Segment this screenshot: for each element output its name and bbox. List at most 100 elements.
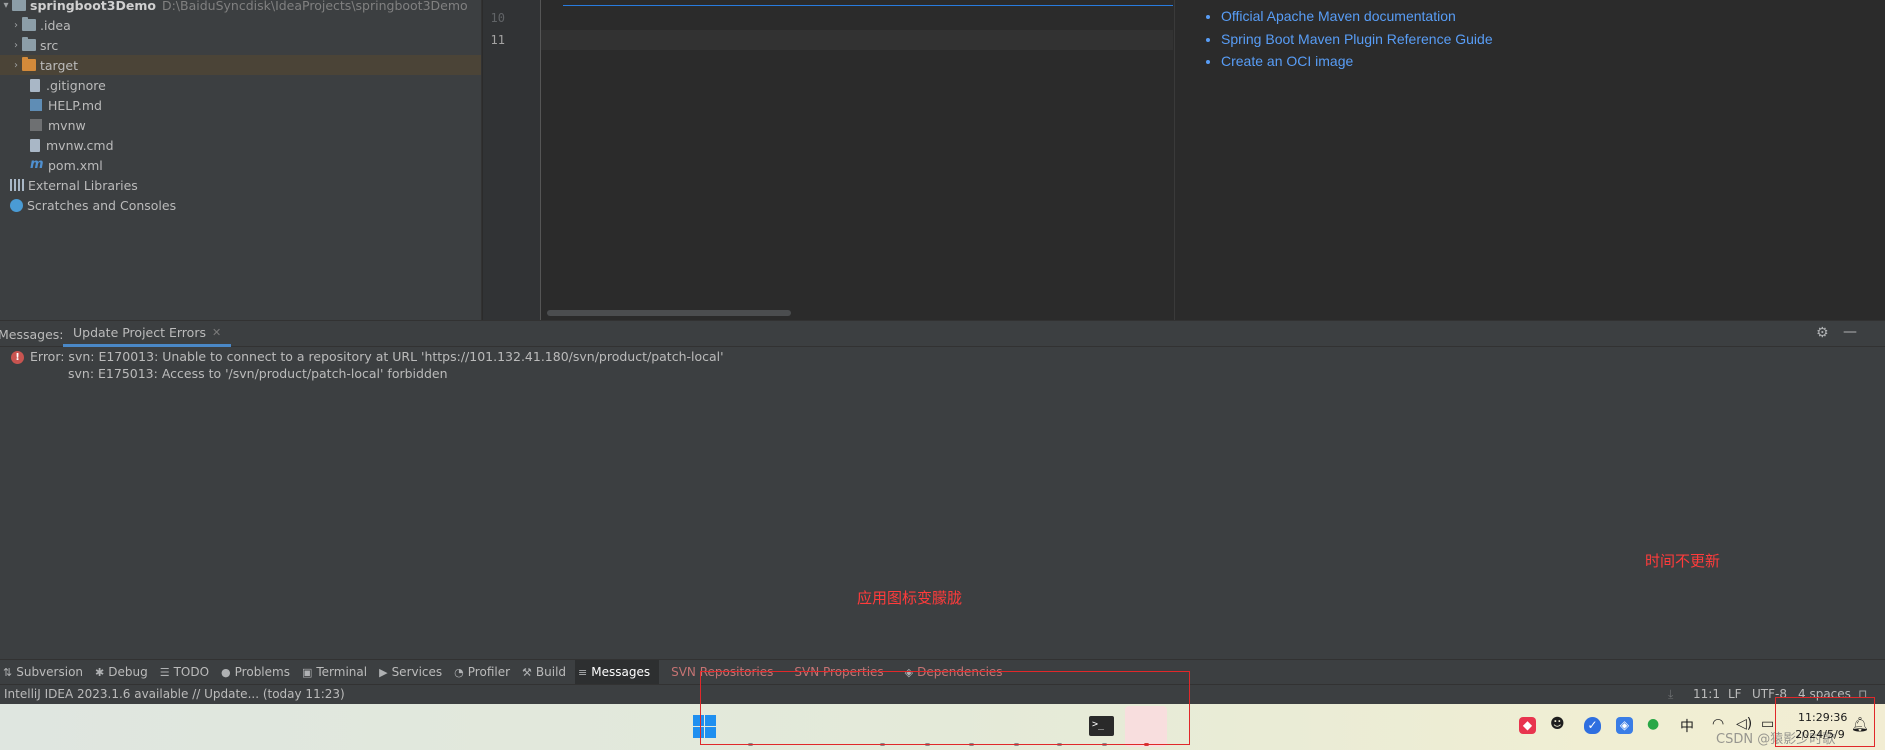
tree-item-label: .gitignore	[46, 77, 106, 93]
link-oci-image[interactable]: Create an OCI image	[1221, 51, 1493, 74]
tree-item-pom-xml[interactable]: m pom.xml	[0, 155, 481, 175]
tab-label: Build	[535, 665, 567, 679]
tree-item-label: src	[40, 37, 59, 53]
tree-item-help-md[interactable]: HELP.md	[0, 95, 481, 115]
wechat-icon[interactable]: ●	[1647, 716, 1659, 732]
messages-title: Messages:	[0, 327, 64, 342]
tab-debug[interactable]: ✱ Debug	[92, 660, 157, 685]
tab-label: Terminal	[316, 665, 368, 679]
folder-icon	[22, 17, 36, 31]
tab-build[interactable]: ⚒ Build	[519, 660, 575, 685]
tree-item-label: Scratches and Consoles	[27, 197, 177, 213]
editor-gutter: 10 11	[483, 0, 541, 320]
hammer-icon: ⚒	[522, 665, 532, 679]
list-icon: ☰	[159, 665, 170, 679]
shield-icon[interactable]: ✓	[1584, 717, 1601, 734]
horizontal-scrollbar[interactable]	[547, 310, 791, 316]
tree-item-label: HELP.md	[48, 97, 102, 113]
project-root-path: D:\BaiduSyncdisk\IdeaProjects\springboot…	[161, 0, 468, 13]
annotation-time-not-updating: 时间不更新	[1645, 552, 1721, 570]
tree-item-target[interactable]: › target	[0, 55, 481, 75]
bug-icon: ✱	[95, 665, 105, 679]
tree-item-mvnw[interactable]: mvnw	[0, 115, 481, 135]
qq-penguin-icon[interactable]: ☻	[1550, 716, 1565, 732]
tree-item-gitignore[interactable]: .gitignore	[0, 75, 481, 95]
tab-update-project-errors[interactable]: Update Project Errors ✕	[63, 321, 232, 347]
truncated-code-link	[563, 0, 1173, 6]
file-icon	[30, 138, 40, 152]
maven-file-icon: m	[30, 157, 44, 172]
download-icon[interactable]: ⤓	[1668, 687, 1673, 702]
link-maven-docs[interactable]: Official Apache Maven documentation	[1221, 6, 1493, 29]
tree-item-src[interactable]: › src	[0, 35, 481, 55]
link-spring-boot-plugin-guide[interactable]: Spring Boot Maven Plugin Reference Guide	[1221, 29, 1493, 52]
markdown-file-icon	[30, 99, 42, 111]
error-icon: !	[11, 351, 24, 364]
chevron-down-icon[interactable]: ▾	[0, 0, 12, 11]
subversion-icon: ⇅	[3, 665, 13, 679]
chevron-right-icon[interactable]: ›	[10, 60, 22, 71]
file-icon	[30, 78, 40, 92]
tab-todo[interactable]: ☰ TODO	[157, 660, 218, 685]
tab-profiler[interactable]: ◔ Profiler	[451, 660, 519, 685]
terminal-icon: ▣	[301, 665, 313, 679]
markdown-preview: Official Apache Maven documentation Spri…	[1174, 0, 1885, 320]
profiler-icon: ◔	[454, 665, 464, 679]
tab-label: Messages	[591, 665, 651, 679]
line-number: 11	[490, 33, 505, 47]
folder-orange-icon	[22, 57, 36, 71]
tree-item-external-libraries[interactable]: External Libraries	[0, 175, 481, 195]
tree-item-label: mvnw.cmd	[46, 137, 114, 153]
reference-links-list: Official Apache Maven documentation Spri…	[1221, 6, 1493, 74]
tree-item-label: mvnw	[48, 117, 86, 133]
tab-label: Debug	[108, 665, 148, 679]
chevron-right-icon[interactable]: ›	[10, 20, 22, 31]
annotation-box-taskbar-icons	[700, 671, 1190, 745]
libraries-icon	[10, 179, 24, 191]
error-message-line[interactable]: Error: svn: E170013: Unable to connect t…	[30, 349, 724, 364]
input-method-icon[interactable]: 中	[1680, 716, 1694, 736]
tab-label: Services	[391, 665, 443, 679]
tab-messages[interactable]: ≡ Messages	[575, 659, 660, 685]
line-number: 10	[490, 11, 505, 25]
tab-label: Profiler	[467, 665, 511, 679]
project-tool-window: ▾ springboot3Demo D:\BaiduSyncdisk\IdeaP…	[0, 0, 482, 320]
tree-item-scratches[interactable]: Scratches and Consoles	[0, 195, 481, 215]
update-notification[interactable]: IntelliJ IDEA 2023.1.6 available // Upda…	[4, 687, 345, 701]
tab-label: Problems	[234, 665, 290, 679]
tree-item-label: target	[40, 57, 79, 73]
project-root-name: springboot3Demo	[30, 0, 156, 13]
line-separator[interactable]: LF	[1728, 687, 1742, 701]
script-file-icon	[30, 119, 42, 131]
tree-item-idea[interactable]: › .idea	[0, 15, 481, 35]
info-icon: ●	[221, 665, 231, 679]
code-editor[interactable]: 10 11	[483, 0, 1173, 320]
annotation-box-clock	[1775, 697, 1875, 747]
module-folder-icon	[12, 0, 26, 11]
messages-icon: ≡	[578, 665, 588, 679]
annotation-icons-blurry: 应用图标变朦胧	[857, 589, 963, 607]
tray-app-icon[interactable]: ◈	[1616, 717, 1633, 734]
tab-problems[interactable]: ● Problems	[218, 660, 299, 685]
tab-label: Update Project Errors	[73, 325, 206, 340]
tab-label: TODO	[173, 665, 210, 679]
tree-item-label: .idea	[40, 17, 71, 33]
error-message-line[interactable]: svn: E175013: Access to '/svn/product/pa…	[68, 366, 448, 381]
minimize-icon[interactable]: —	[1843, 324, 1857, 340]
play-icon: ▶	[379, 665, 388, 679]
tab-label: Subversion	[16, 665, 84, 679]
tray-app-icon[interactable]: ◆	[1519, 717, 1536, 734]
chevron-right-icon[interactable]: ›	[10, 40, 22, 51]
tab-services[interactable]: ▶ Services	[376, 660, 451, 685]
caret-position[interactable]: 11:1	[1693, 687, 1720, 701]
tab-terminal[interactable]: ▣ Terminal	[299, 660, 376, 685]
messages-header: Messages: Update Project Errors ✕ ⚙ —	[0, 321, 1885, 347]
scratches-icon	[10, 198, 23, 212]
tab-subversion[interactable]: ⇅ Subversion	[0, 660, 92, 685]
gear-icon[interactable]: ⚙	[1816, 325, 1829, 341]
project-root-row[interactable]: ▾ springboot3Demo D:\BaiduSyncdisk\IdeaP…	[0, 0, 481, 15]
tree-item-mvnw-cmd[interactable]: mvnw.cmd	[0, 135, 481, 155]
folder-icon	[22, 37, 36, 51]
messages-tool-window: Messages: Update Project Errors ✕ ⚙ — ! …	[0, 320, 1885, 659]
close-icon[interactable]: ✕	[212, 326, 221, 339]
